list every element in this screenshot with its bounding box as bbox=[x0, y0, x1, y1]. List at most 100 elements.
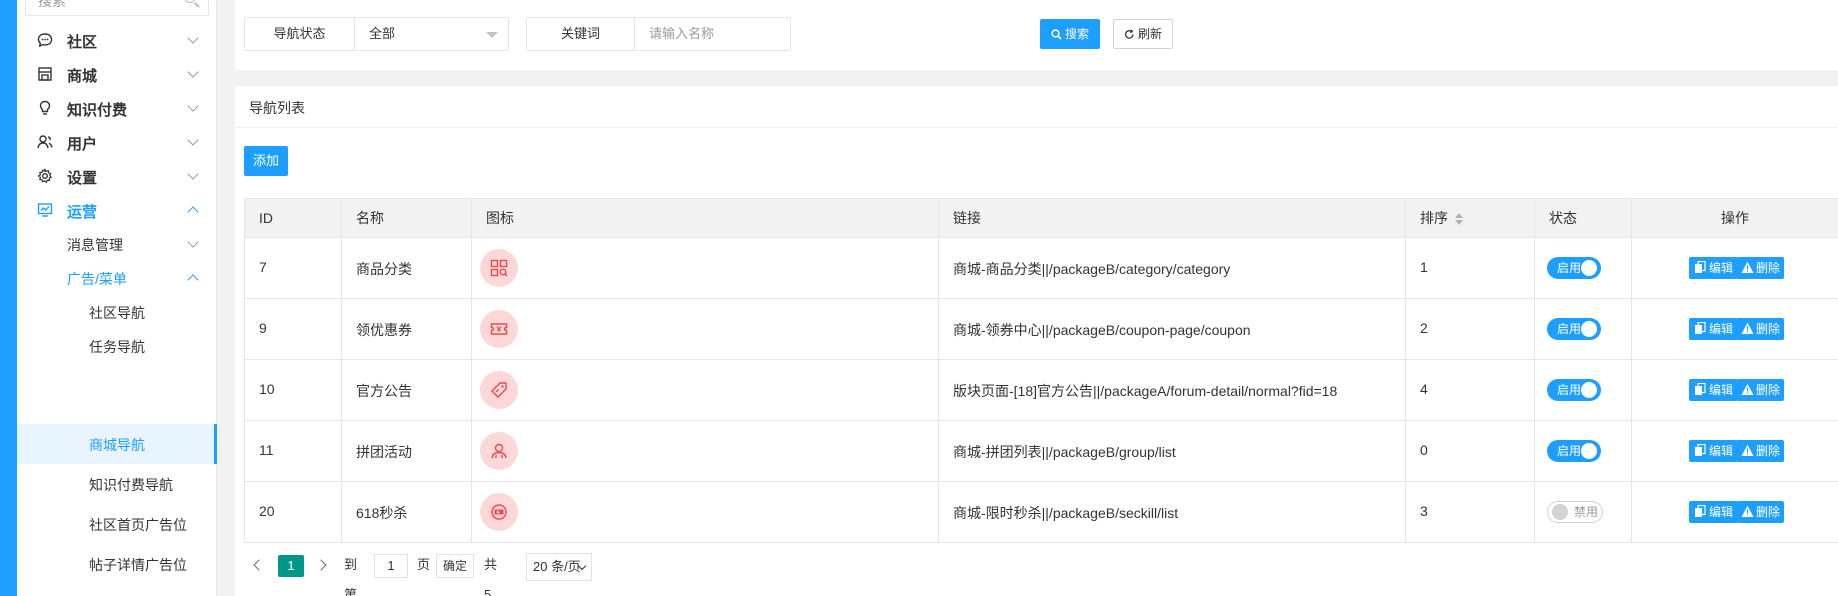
sidebar-leaf-label: 社区首页广告位 bbox=[89, 517, 187, 533]
cell-sort-text: 4 bbox=[1420, 381, 1428, 397]
edit-button[interactable]: 编辑 bbox=[1689, 440, 1738, 462]
cell-name-text: 618秒杀 bbox=[356, 505, 408, 521]
search-icon[interactable] bbox=[184, 0, 196, 3]
delete-button[interactable]: 删除 bbox=[1736, 440, 1785, 462]
chevron-down-icon bbox=[187, 32, 199, 44]
delete-button[interactable]: 删除 bbox=[1736, 257, 1785, 279]
status-toggle[interactable]: 启用 bbox=[1547, 257, 1601, 279]
col-sort-header: 排序 bbox=[1420, 199, 1464, 237]
status-toggle[interactable]: 启用 bbox=[1547, 318, 1601, 340]
cell-name: 领优惠券 bbox=[341, 299, 471, 359]
edit-icon bbox=[1695, 261, 1706, 273]
warning-icon bbox=[1741, 444, 1754, 456]
keyword-filter-label: 关键词 bbox=[527, 18, 635, 50]
cell-id: 7 bbox=[244, 238, 341, 298]
cell-ops: 编辑 删除 bbox=[1631, 238, 1838, 298]
cell-sort-text: 0 bbox=[1420, 442, 1428, 458]
cell-id-text: 9 bbox=[259, 320, 267, 336]
cell-link-text: 商城-领券中心||/packageB/coupon-page/coupon bbox=[953, 322, 1251, 338]
coupon-icon bbox=[480, 310, 518, 348]
sidebar-item-label: 商城 bbox=[67, 68, 98, 85]
cell-status: 启用 bbox=[1534, 360, 1631, 420]
cell-name-text: 拼团活动 bbox=[356, 444, 412, 460]
cell-id-text: 20 bbox=[259, 503, 275, 519]
edit-button-label: 编辑 bbox=[1709, 261, 1734, 275]
col-sort-label: 排序 bbox=[1420, 210, 1448, 226]
toggle-knob bbox=[1552, 504, 1568, 520]
delete-button[interactable]: 删除 bbox=[1736, 318, 1785, 340]
sidebar-item-label: 运营 bbox=[67, 204, 98, 221]
cell-id: 20 bbox=[244, 482, 341, 542]
sidebar-search-input[interactable]: 搜索 bbox=[25, 0, 209, 16]
cell-icon bbox=[471, 360, 938, 420]
table-row: 10 官方公告 版块页面-[18]官方公告||/packageA/forum-d… bbox=[244, 360, 1838, 421]
table-row: 20 618秒杀 商城-限时秒杀||/packageB/seckill/list… bbox=[244, 482, 1838, 543]
cell-name: 618秒杀 bbox=[341, 482, 471, 542]
sidebar-leaf-post-detail-ad[interactable]: 帖子详情广告位 bbox=[17, 544, 217, 584]
cell-sort-text: 1 bbox=[1420, 259, 1428, 275]
sidebar-leaf-community-home-ad[interactable]: 社区首页广告位 bbox=[17, 504, 217, 544]
edit-button[interactable]: 编辑 bbox=[1689, 318, 1738, 340]
cell-name: 官方公告 bbox=[341, 360, 471, 420]
status-toggle-label: 禁用 bbox=[1574, 505, 1599, 519]
status-toggle[interactable]: 启用 bbox=[1547, 440, 1601, 462]
table-header: ID 名称 图标 链接 排序 状态 操作 bbox=[244, 198, 1838, 238]
sidebar-item-label: 用户 bbox=[67, 136, 98, 153]
keyword-input[interactable]: 请输入名称 bbox=[649, 18, 714, 50]
sort-icon[interactable] bbox=[1454, 212, 1464, 226]
edit-button-label: 编辑 bbox=[1709, 322, 1734, 336]
page-size-select[interactable]: 20 条/页 bbox=[526, 553, 592, 581]
sidebar-leaf-label: 商城导航 bbox=[89, 437, 145, 453]
sidebar-leaf-shop-nav[interactable]: 商城导航 bbox=[17, 424, 217, 464]
sidebar-leaf-label: 任务导航 bbox=[89, 339, 145, 355]
table-row: 7 商品分类 商城-商品分类||/packageB/category/categ… bbox=[244, 238, 1838, 299]
cell-id: 11 bbox=[244, 421, 341, 481]
chevron-left-icon bbox=[253, 559, 265, 571]
sidebar-leaf-label: 社区导航 bbox=[89, 305, 145, 321]
edit-button-label: 编辑 bbox=[1709, 383, 1734, 397]
col-status: 状态 bbox=[1534, 199, 1631, 237]
status-toggle-label: 启用 bbox=[1557, 444, 1582, 458]
cell-link-text: 商城-限时秒杀||/packageB/seckill/list bbox=[953, 505, 1179, 521]
sidebar: 搜索 社区 商城 知识付费 用户 设置 运营 消息管理 广告/菜单 社区导航 任… bbox=[17, 0, 217, 596]
next-page-button[interactable] bbox=[306, 550, 336, 580]
status-toggle[interactable]: 启用 bbox=[1547, 379, 1601, 401]
delete-button[interactable]: 删除 bbox=[1736, 379, 1785, 401]
cell-icon bbox=[471, 421, 938, 481]
warning-icon bbox=[1741, 383, 1754, 395]
filter-bar: 导航状态 全部 关键词 请输入名称 搜索 刷新 bbox=[235, 0, 1838, 70]
status-select[interactable]: 导航状态 全部 bbox=[244, 17, 509, 51]
goto-page-input[interactable]: 1 bbox=[374, 554, 408, 578]
edit-button[interactable]: 编辑 bbox=[1689, 379, 1738, 401]
search-button[interactable]: 搜索 bbox=[1040, 19, 1100, 49]
chevron-down-icon bbox=[187, 66, 199, 78]
edit-button[interactable]: 编辑 bbox=[1689, 501, 1738, 523]
edit-button[interactable]: 编辑 bbox=[1689, 257, 1738, 279]
add-button[interactable]: 添加 bbox=[244, 146, 288, 176]
delete-button[interactable]: 删除 bbox=[1736, 501, 1785, 523]
page-unit: 页 bbox=[417, 557, 431, 572]
sidebar-item-label: 社区 bbox=[67, 34, 98, 51]
status-toggle[interactable]: 禁用 bbox=[1547, 501, 1603, 523]
cell-name-text: 领优惠券 bbox=[356, 322, 412, 338]
col-sort[interactable]: 排序 bbox=[1405, 199, 1534, 237]
sidebar-leaf-knowledge-nav[interactable]: 知识付费导航 bbox=[17, 464, 217, 504]
prev-page-button[interactable] bbox=[244, 550, 274, 580]
keyword-field[interactable]: 关键词 请输入名称 bbox=[526, 17, 791, 51]
status-filter-label: 导航状态 bbox=[245, 18, 355, 50]
sidebar-leaf-task-nav[interactable]: 任务导航 bbox=[17, 326, 217, 366]
edit-icon bbox=[1695, 322, 1706, 334]
cell-id: 9 bbox=[244, 299, 341, 359]
cell-icon bbox=[471, 482, 938, 542]
status-filter-value: 全部 bbox=[369, 26, 396, 41]
caret-down-icon bbox=[486, 32, 498, 38]
left-edge-bar bbox=[0, 0, 17, 596]
card-title: 导航列表 bbox=[249, 100, 305, 116]
col-ops: 操作 bbox=[1631, 199, 1838, 237]
goto-confirm-button[interactable]: 确定 bbox=[436, 554, 474, 578]
cell-status: 启用 bbox=[1534, 238, 1631, 298]
current-page[interactable]: 1 bbox=[278, 555, 304, 577]
table-row: 11 拼团活动 商城-拼团列表||/packageB/group/list 0 … bbox=[244, 421, 1838, 482]
refresh-button[interactable]: 刷新 bbox=[1113, 19, 1173, 49]
cell-name-text: 商品分类 bbox=[356, 261, 412, 277]
